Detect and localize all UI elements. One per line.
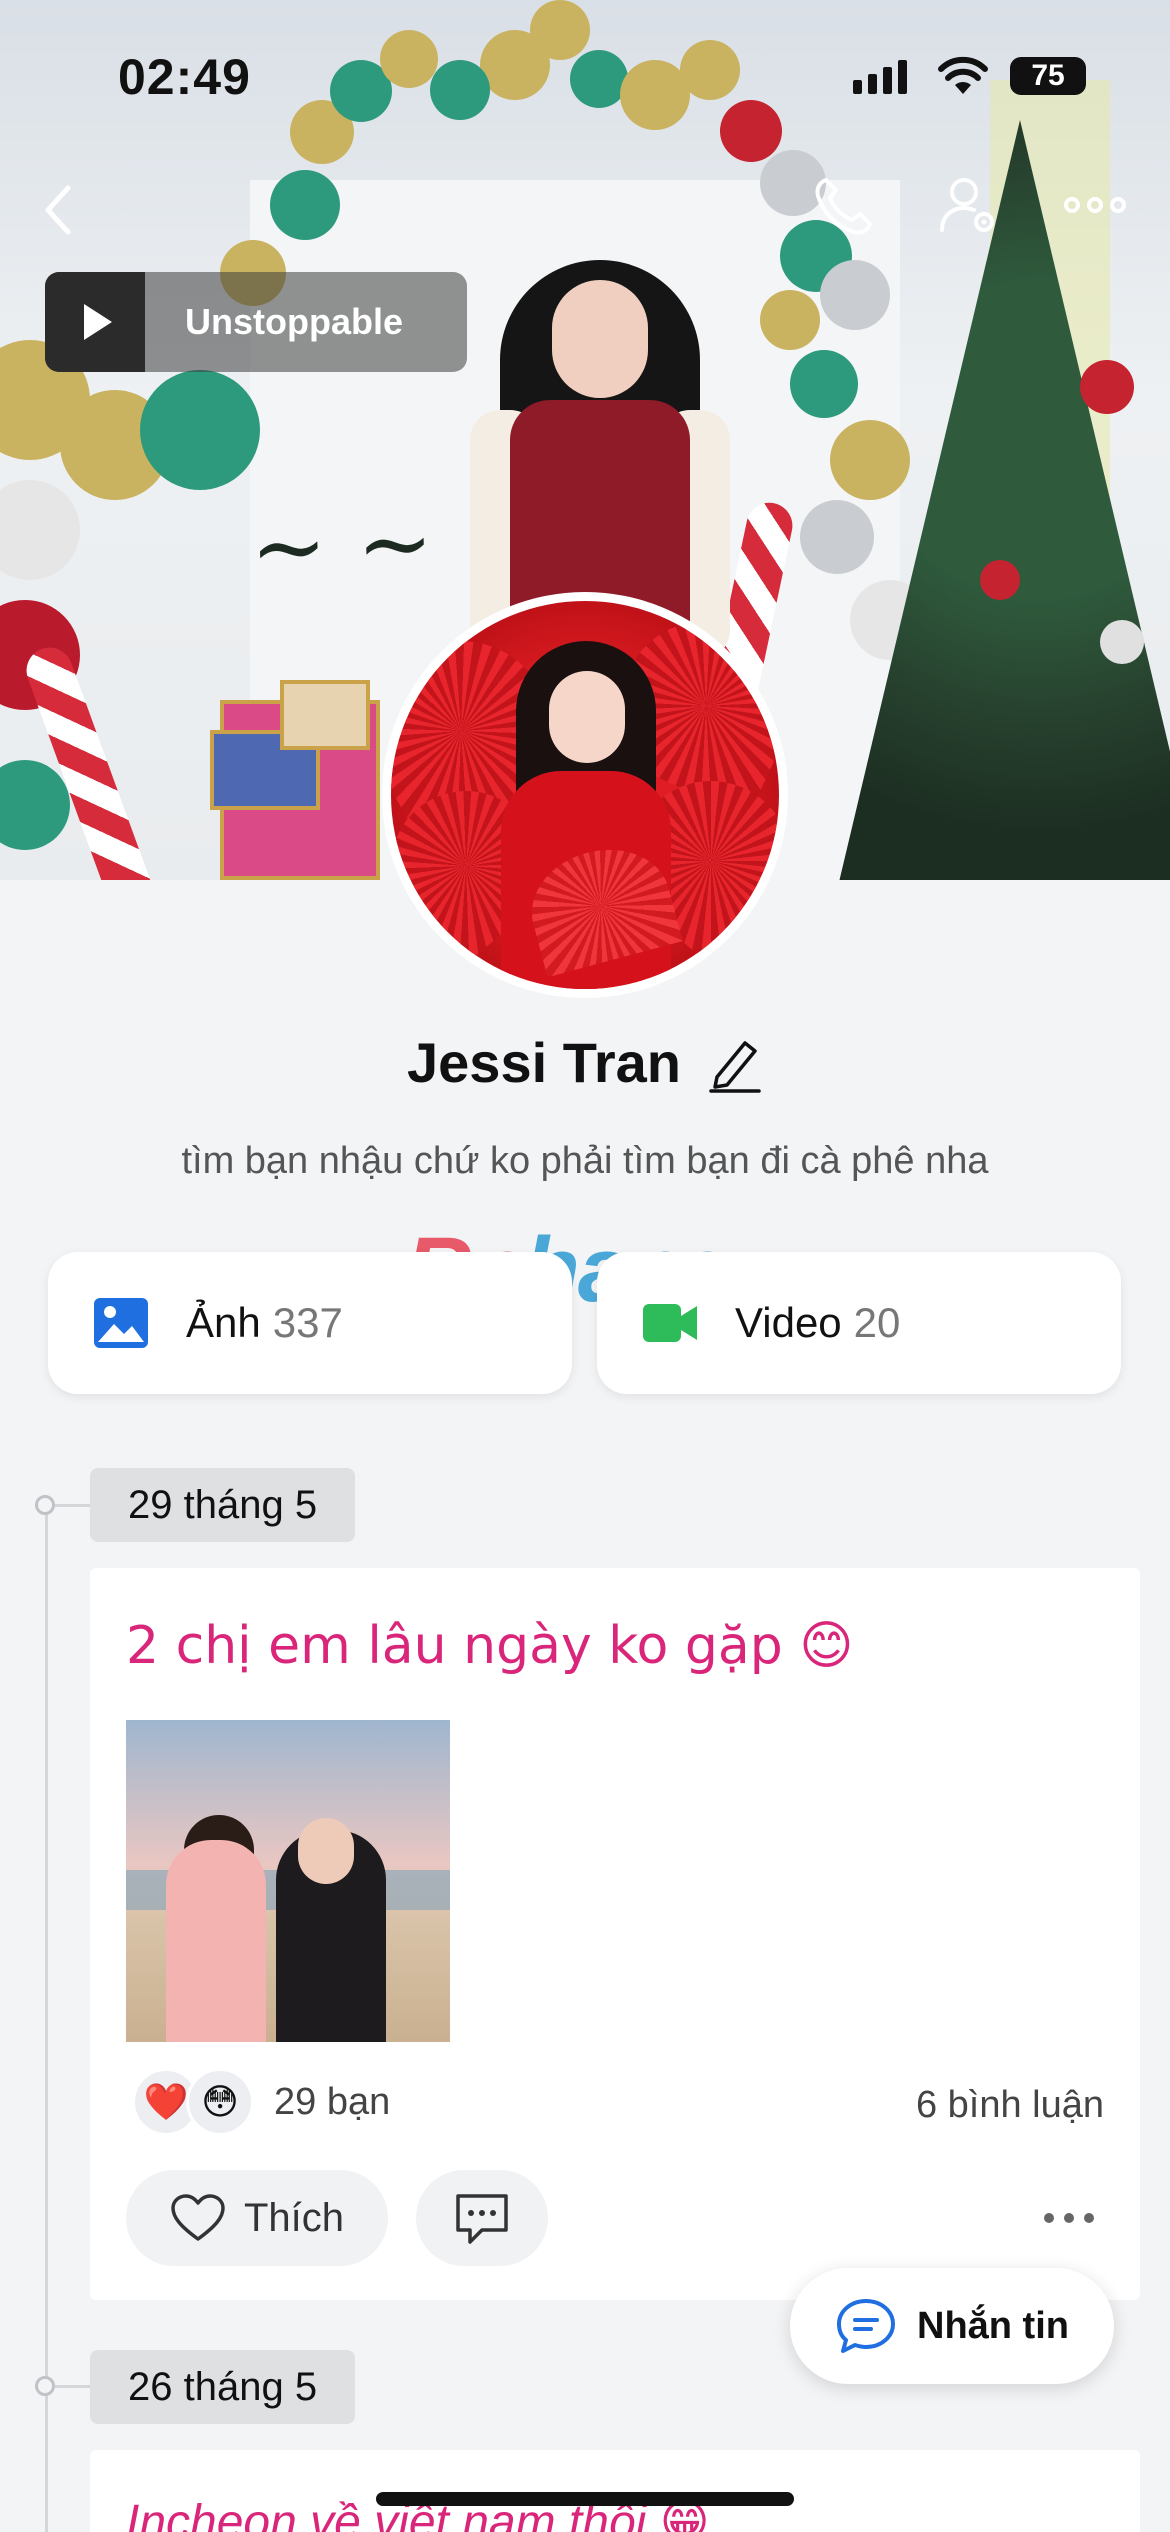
message-button[interactable]: Nhắn tin [790,2268,1114,2384]
videos-label: Video [735,1299,842,1346]
avatar-image [391,601,779,989]
post-more-button[interactable] [1034,2198,1104,2238]
tree-ornament [1080,360,1134,414]
comment-icon [456,2194,508,2244]
back-button[interactable] [38,180,88,240]
tree-ornament [1100,620,1144,664]
gift-box [280,680,370,750]
balloon [830,420,910,500]
balloon [270,170,340,240]
balloon [0,760,70,850]
message-label: Nhắn tin [917,2304,1069,2347]
timeline-post[interactable]: Incheon về việt nam thôi 😁 [90,2450,1140,2532]
user-settings-icon[interactable] [934,170,1004,240]
top-action-bar [808,170,1130,240]
balloon [760,290,820,350]
more-icon[interactable] [1060,170,1130,240]
signal-icon [853,60,907,94]
reaction-summary[interactable]: ❤️ 😳 29 bạn [132,2068,390,2136]
balloon [0,480,80,580]
profile-name: Jessi Tran [407,1031,681,1094]
balloon [820,260,890,330]
tree-ornament [980,560,1020,600]
balloon [140,370,260,490]
profile-avatar[interactable] [382,592,788,998]
home-indicator[interactable] [376,2492,794,2506]
date-tag: 29 tháng 5 [90,1468,356,1542]
edit-icon[interactable] [707,1033,763,1093]
balloon [800,500,874,574]
photos-count: 337 [272,1299,343,1346]
profile-name-row: Jessi Tran [0,1030,1170,1095]
wifi-icon [938,56,988,94]
photos-label: Ảnh [186,1299,261,1346]
timeline-dot [35,2376,55,2396]
comment-count[interactable]: 6 bình luận [916,2084,1104,2127]
comment-button[interactable] [416,2170,548,2266]
profile-page: ~ ~ ~ 02:49 75 Unstoppable Jessi Tran tì… [0,0,1170,2532]
video-icon [643,1304,697,1342]
profile-bio: tìm bạn nhậu chứ ko phải tìm bạn đi cà p… [181,1140,989,1182]
timeline-post[interactable]: 2 chị em lâu ngày ko gặp 😊 ❤️ 😳 29 bạn 6… [90,1568,1140,2300]
music-thumbnail[interactable] [45,272,145,372]
photo-icon [94,1298,148,1348]
status-time: 02:49 [118,49,251,105]
timeline-dot [35,1495,55,1515]
heart-icon [171,2194,225,2241]
reaction-emoji: 😳 [186,2068,254,2136]
reaction-count: 29 bạn [274,2080,391,2123]
timeline-connector [55,2385,95,2388]
timeline-connector [55,1504,95,1507]
back-icon [45,185,71,235]
like-button[interactable]: Thích [126,2170,388,2266]
message-icon [837,2299,895,2353]
music-title: Unstoppable [185,301,404,342]
balloon [790,350,858,418]
videos-button[interactable]: Video 20 [597,1252,1121,1394]
status-bar: 02:49 75 [0,0,1170,150]
photos-button[interactable]: Ảnh 337 [48,1252,572,1394]
post-text: 2 chị em lâu ngày ko gặp 😊 [126,1616,854,1676]
battery-indicator: 75 [1010,57,1086,95]
phone-icon[interactable] [808,170,878,240]
play-icon [84,304,112,340]
post-photo[interactable] [126,1720,450,2042]
date-tag: 26 tháng 5 [90,2350,356,2424]
videos-count: 20 [853,1299,901,1346]
profile-music-player[interactable]: Unstoppable [45,272,467,372]
like-label: Thích [243,2195,345,2240]
